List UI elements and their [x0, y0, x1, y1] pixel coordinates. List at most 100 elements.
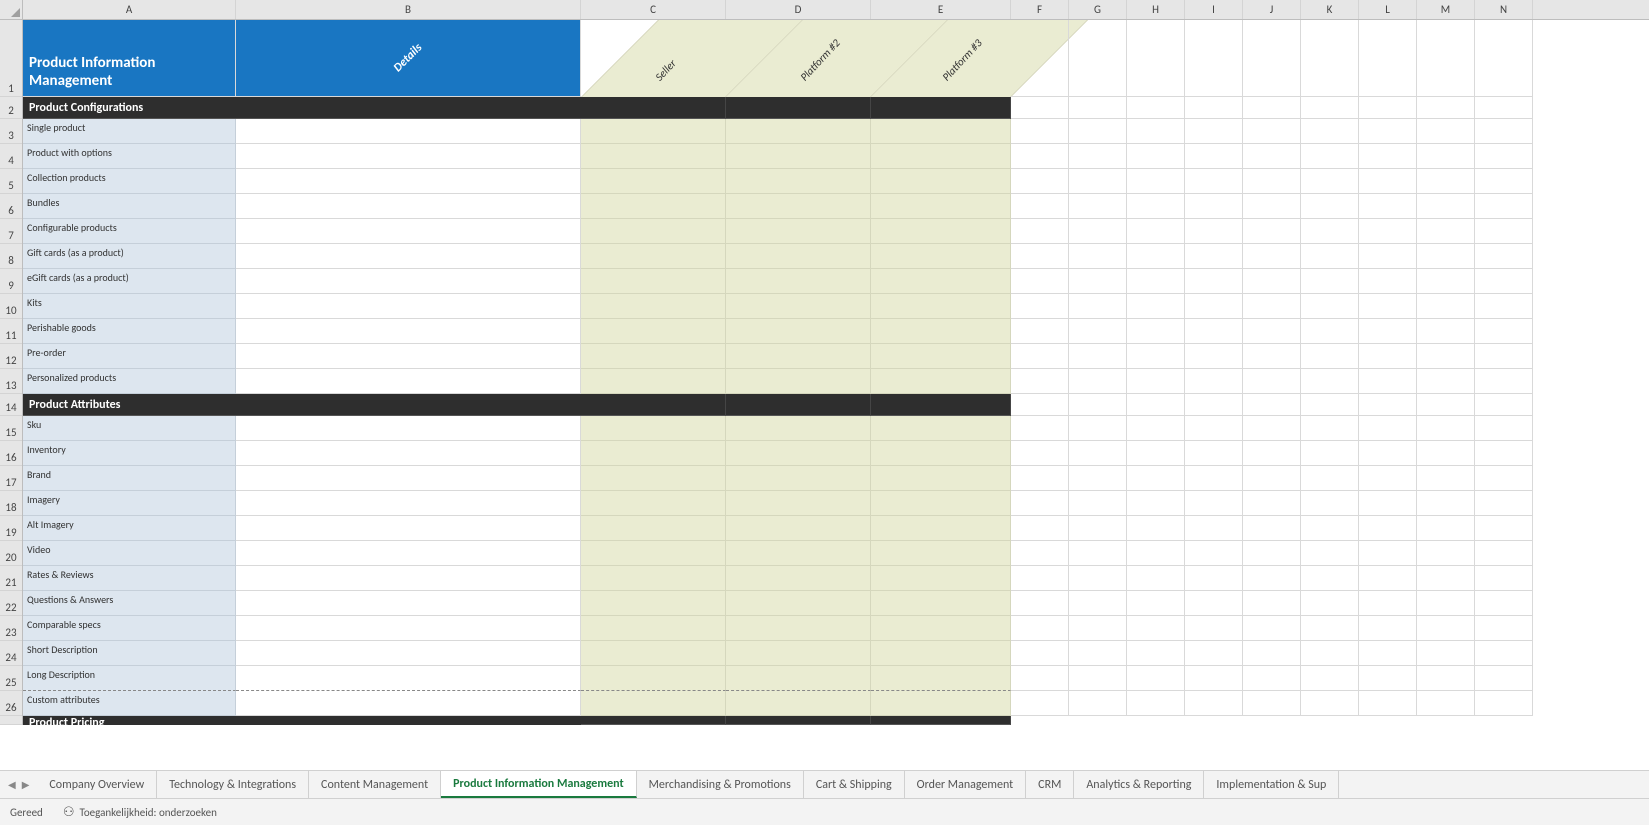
cell-N21[interactable]: [1475, 566, 1533, 591]
sheet-nav-next-icon[interactable]: ▶: [22, 778, 30, 791]
cell-N5[interactable]: [1475, 169, 1533, 194]
cell-platform[interactable]: [726, 219, 871, 244]
cell-I13[interactable]: [1185, 369, 1243, 394]
cell-K20[interactable]: [1301, 541, 1359, 566]
cell-G3[interactable]: [1069, 119, 1127, 144]
row-label[interactable]: Perishable goods: [23, 319, 236, 344]
cell-H19[interactable]: [1127, 516, 1185, 541]
cell-details[interactable]: [236, 416, 581, 441]
sheet-tab-0[interactable]: Company Overview: [37, 771, 157, 798]
cell-K17[interactable]: [1301, 466, 1359, 491]
cell-details[interactable]: [236, 666, 581, 691]
cell-J2[interactable]: [1243, 97, 1301, 119]
cell-platform[interactable]: [581, 691, 726, 716]
cell-G18[interactable]: [1069, 491, 1127, 516]
cell-N8[interactable]: [1475, 244, 1533, 269]
cell-F6[interactable]: [1011, 194, 1069, 219]
cell-I18[interactable]: [1185, 491, 1243, 516]
cell-M14[interactable]: [1417, 394, 1475, 416]
cell-G24[interactable]: [1069, 641, 1127, 666]
cell-I24[interactable]: [1185, 641, 1243, 666]
cell-J5[interactable]: [1243, 169, 1301, 194]
col-header-E[interactable]: E: [871, 0, 1011, 19]
cell-L10[interactable]: [1359, 294, 1417, 319]
cell-platform[interactable]: [581, 666, 726, 691]
col-header-D[interactable]: D: [726, 0, 871, 19]
cell-details[interactable]: [236, 369, 581, 394]
col-header-I[interactable]: I: [1185, 0, 1243, 19]
cell-K22[interactable]: [1301, 591, 1359, 616]
cell-I22[interactable]: [1185, 591, 1243, 616]
cell-F25[interactable]: [1011, 666, 1069, 691]
accessibility-status[interactable]: Toegankelijkheid: onderzoeken: [63, 805, 217, 820]
cell-platform[interactable]: [726, 416, 871, 441]
section-cell[interactable]: [871, 716, 1011, 725]
cell-G7[interactable]: [1069, 219, 1127, 244]
cell-J8[interactable]: [1243, 244, 1301, 269]
cell-platform[interactable]: [726, 566, 871, 591]
cell-M8[interactable]: [1417, 244, 1475, 269]
cell-F14[interactable]: [1011, 394, 1069, 416]
cell-G14[interactable]: [1069, 394, 1127, 416]
cell-I6[interactable]: [1185, 194, 1243, 219]
cell-I16[interactable]: [1185, 441, 1243, 466]
cell-F5[interactable]: [1011, 169, 1069, 194]
cell-G21[interactable]: [1069, 566, 1127, 591]
cell-H20[interactable]: [1127, 541, 1185, 566]
cell-platform[interactable]: [581, 194, 726, 219]
cell-platform[interactable]: [871, 691, 1011, 716]
row-header-20[interactable]: 20: [0, 541, 22, 566]
cell-platform[interactable]: [726, 144, 871, 169]
sheet-tab-1[interactable]: Technology & Integrations: [157, 771, 309, 798]
cell-F9[interactable]: [1011, 269, 1069, 294]
row-label[interactable]: Kits: [23, 294, 236, 319]
cell-J1[interactable]: [1243, 20, 1301, 97]
cell-M23[interactable]: [1417, 616, 1475, 641]
cell-platform[interactable]: [726, 244, 871, 269]
cell-platform[interactable]: [726, 344, 871, 369]
cell-platform[interactable]: [726, 666, 871, 691]
cell-G26[interactable]: [1069, 691, 1127, 716]
cell-J4[interactable]: [1243, 144, 1301, 169]
cell-N19[interactable]: [1475, 516, 1533, 541]
cell-details[interactable]: [236, 119, 581, 144]
cell-H6[interactable]: [1127, 194, 1185, 219]
cell-L15[interactable]: [1359, 416, 1417, 441]
cell-platform[interactable]: [581, 641, 726, 666]
cell-K21[interactable]: [1301, 566, 1359, 591]
cell-platform[interactable]: [581, 169, 726, 194]
sheet-tab-3[interactable]: Product Information Management: [441, 771, 637, 798]
cell-K26[interactable]: [1301, 691, 1359, 716]
cell-K5[interactable]: [1301, 169, 1359, 194]
cell-M2[interactable]: [1417, 97, 1475, 119]
cell-L16[interactable]: [1359, 441, 1417, 466]
row-label[interactable]: Personalized products: [23, 369, 236, 394]
row-header-8[interactable]: 8: [0, 244, 22, 269]
cell-M3[interactable]: [1417, 119, 1475, 144]
section-cell[interactable]: [581, 716, 726, 725]
cell-I14[interactable]: [1185, 394, 1243, 416]
cell-G9[interactable]: [1069, 269, 1127, 294]
cell-G4[interactable]: [1069, 144, 1127, 169]
cell-F20[interactable]: [1011, 541, 1069, 566]
cell-platform[interactable]: [871, 441, 1011, 466]
cell-M16[interactable]: [1417, 441, 1475, 466]
col-header-C[interactable]: C: [581, 0, 726, 19]
cell-platform[interactable]: [581, 591, 726, 616]
row-label[interactable]: Brand: [23, 466, 236, 491]
cell-platform[interactable]: [581, 319, 726, 344]
cell-G12[interactable]: [1069, 344, 1127, 369]
cell-F12[interactable]: [1011, 344, 1069, 369]
cell-I7[interactable]: [1185, 219, 1243, 244]
row-label[interactable]: Inventory: [23, 441, 236, 466]
cell-F11[interactable]: [1011, 319, 1069, 344]
cell-M25[interactable]: [1417, 666, 1475, 691]
section-header-0[interactable]: Product Configurations: [23, 97, 581, 119]
cell-K16[interactable]: [1301, 441, 1359, 466]
cell-H24[interactable]: [1127, 641, 1185, 666]
sheet-nav-prev-icon[interactable]: ◀: [8, 778, 16, 791]
select-all-corner[interactable]: [0, 0, 23, 19]
cell-M24[interactable]: [1417, 641, 1475, 666]
cell-L6[interactable]: [1359, 194, 1417, 219]
cell-K8[interactable]: [1301, 244, 1359, 269]
